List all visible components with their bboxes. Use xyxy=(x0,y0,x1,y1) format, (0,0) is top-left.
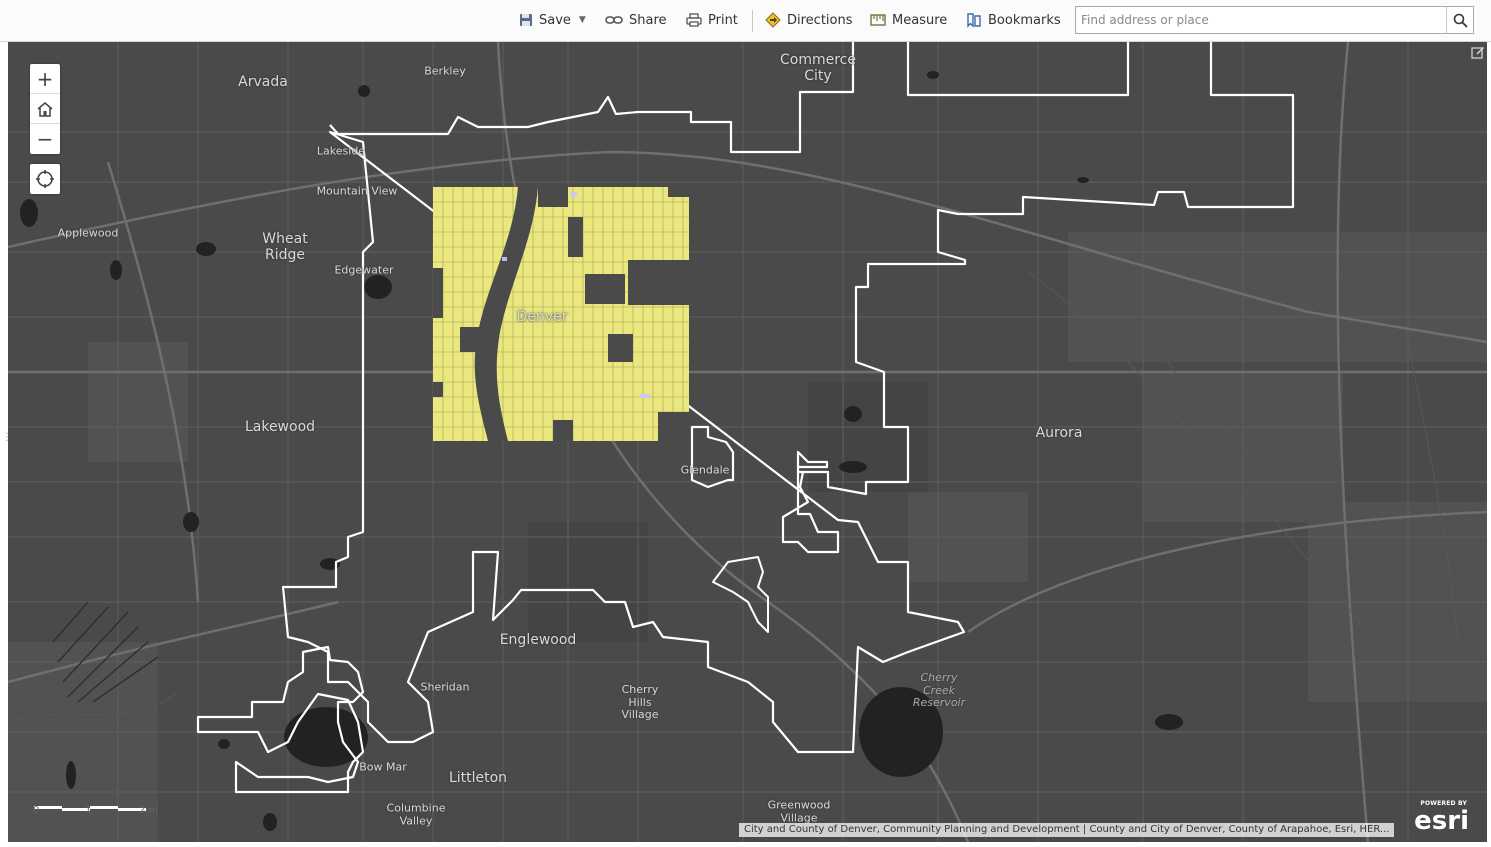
save-button[interactable]: Save ▼ xyxy=(519,10,586,30)
place-label-glendale: Glendale xyxy=(680,463,730,477)
scale-label-2: 2mi xyxy=(139,805,158,816)
zoom-control: + − xyxy=(30,64,60,154)
locate-button[interactable] xyxy=(30,164,60,194)
share-icon xyxy=(605,16,623,24)
zoom-in-button[interactable]: + xyxy=(30,64,60,94)
esri-wordmark: esri xyxy=(1414,806,1469,836)
esri-logo[interactable]: POWERED BY esri xyxy=(1414,800,1477,834)
place-label-littleton: Littleton xyxy=(448,769,508,786)
search-icon xyxy=(1453,13,1468,28)
share-button[interactable]: Share xyxy=(605,10,667,30)
scale-bar: 0 1 2mi xyxy=(33,797,158,816)
print-button[interactable]: Print xyxy=(686,10,738,30)
place-label-wheat-ridge: Wheat Ridge xyxy=(262,230,308,263)
save-label: Save xyxy=(539,12,571,28)
toolbar-divider xyxy=(752,10,753,32)
scale-label-1: 1 xyxy=(85,805,92,816)
edit-icon[interactable] xyxy=(1471,45,1485,59)
search-box xyxy=(1075,6,1474,34)
search-button[interactable] xyxy=(1446,7,1473,33)
chevron-down-icon: ▼ xyxy=(578,15,586,25)
top-toolbar: Save ▼ Share Print Directions Measure Bo… xyxy=(0,0,1491,42)
print-label: Print xyxy=(708,12,738,28)
aurora-boundary xyxy=(712,556,769,633)
place-label-greenwood-village: Greenwood Village xyxy=(767,798,831,824)
place-label-applewood: Applewood xyxy=(57,226,119,240)
place-label-aurora: Aurora xyxy=(1035,424,1083,441)
panel-resize-handle[interactable]: ⋮ xyxy=(2,432,12,452)
place-label-columbine-valley: Columbine Valley xyxy=(386,801,446,827)
measure-icon xyxy=(870,14,886,26)
place-label-cherry-hills-village: Cherry Hills Village xyxy=(621,683,659,722)
map-attribution[interactable]: City and County of Denver, Community Pla… xyxy=(739,823,1395,837)
measure-button[interactable]: Measure xyxy=(870,10,947,30)
bookmarks-button[interactable]: Bookmarks xyxy=(966,10,1061,30)
place-label-denver: Denver xyxy=(516,308,568,325)
zoom-out-button[interactable]: − xyxy=(30,124,60,154)
place-label-edgewater: Edgewater xyxy=(334,263,394,277)
share-label: Share xyxy=(629,12,667,28)
southwest-boundary xyxy=(196,645,365,794)
place-label-sheridan: Sheridan xyxy=(420,680,470,694)
place-label-mountain-view: Mountain View xyxy=(316,184,398,198)
place-label-berkley: Berkley xyxy=(424,64,466,78)
directions-label: Directions xyxy=(787,12,853,28)
measure-label: Measure xyxy=(892,12,948,28)
print-icon xyxy=(686,13,702,27)
bookmarks-label: Bookmarks xyxy=(988,12,1061,28)
locate-icon xyxy=(36,170,54,188)
place-label-cherry-creek-reservoir: Cherry Creek Reservoir xyxy=(912,671,966,710)
place-label-bow-mar: Bow Mar xyxy=(359,760,407,774)
directions-button[interactable]: Directions xyxy=(765,10,853,30)
home-icon xyxy=(37,101,53,117)
scale-label-0: 0 xyxy=(33,805,40,816)
map-view[interactable]: Arvada Berkley Commerce City Lakeside Mo… xyxy=(8,42,1487,842)
place-label-englewood: Englewood xyxy=(499,631,577,648)
place-label-commerce-city: Commerce City xyxy=(780,51,856,84)
basemap xyxy=(8,42,1487,842)
place-label-lakeside: Lakeside xyxy=(316,144,366,158)
home-button[interactable] xyxy=(30,94,60,124)
place-label-lakewood: Lakewood xyxy=(244,418,316,435)
place-label-arvada: Arvada xyxy=(238,73,288,90)
bookmarks-icon xyxy=(967,13,981,28)
directions-icon xyxy=(765,12,781,28)
save-icon xyxy=(520,14,532,26)
search-input[interactable] xyxy=(1076,7,1448,33)
